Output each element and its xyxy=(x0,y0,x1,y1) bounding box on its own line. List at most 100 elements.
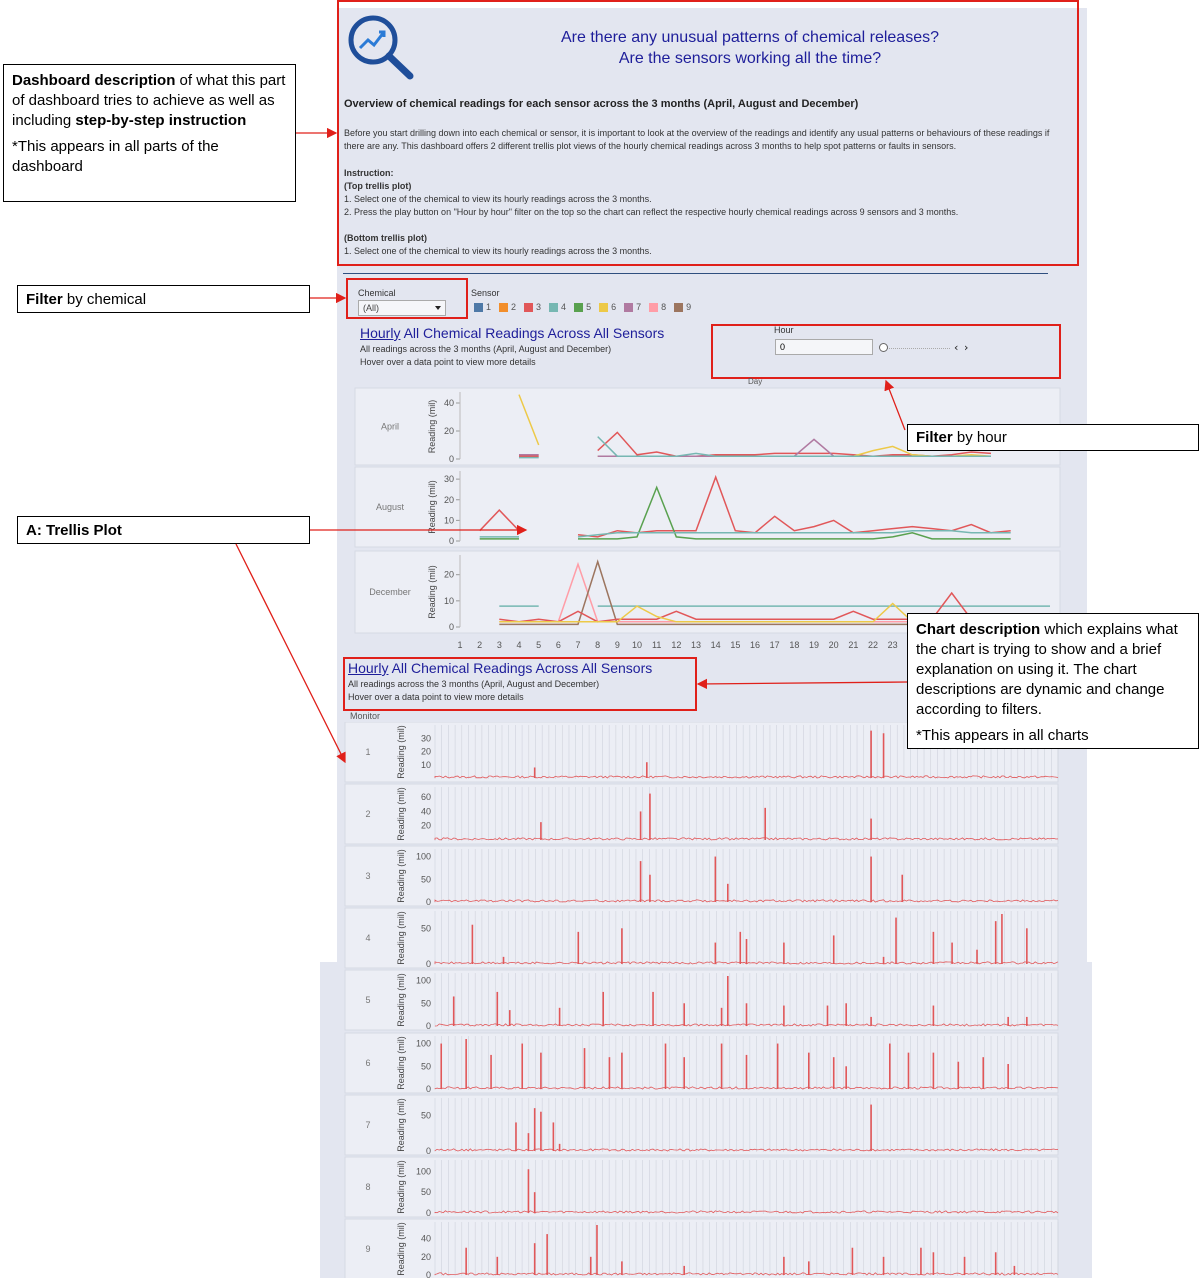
y-tick-label: 100 xyxy=(416,1166,431,1176)
y-tick-label: 50 xyxy=(421,998,431,1008)
x-tick-label: 3 xyxy=(497,640,502,650)
monitor-label: 8 xyxy=(365,1182,370,1192)
y-tick-label: 100 xyxy=(416,1039,431,1049)
y-axis-label: Reading (mil) xyxy=(396,1098,406,1152)
bottom-chart-row-header: Monitor xyxy=(350,711,381,721)
legend-item-sensor-2[interactable]: 2 xyxy=(499,302,516,312)
hour-prev-button[interactable]: ‹ xyxy=(954,341,958,354)
monitor-label: 4 xyxy=(365,933,370,943)
legend-swatch xyxy=(474,302,483,312)
legend-item-sensor-4[interactable]: 4 xyxy=(549,302,566,312)
legend-item-sensor-6[interactable]: 6 xyxy=(599,302,616,312)
y-tick-label: 20 xyxy=(444,426,454,436)
chemical-dropdown[interactable]: (All) xyxy=(358,300,446,316)
x-tick-label: 8 xyxy=(595,640,600,650)
callout-filter-chemical: Filter by chemical xyxy=(17,285,310,313)
monitor-panel-8: 8 Reading (mil) 0 50 100 xyxy=(344,1156,1059,1218)
sensor-legend: 1 2 3 4 5 6 7 8 9 xyxy=(474,302,699,312)
monitor-panel-6: 6 Reading (mil) 0 50 100 xyxy=(344,1032,1059,1094)
hour-slider-track[interactable] xyxy=(880,348,950,350)
x-tick-label: 19 xyxy=(809,640,819,650)
legend-item-sensor-8[interactable]: 8 xyxy=(649,302,666,312)
y-axis-label: Reading (mil) xyxy=(396,911,406,965)
y-tick-label: 10 xyxy=(444,596,454,606)
y-tick-label: 50 xyxy=(421,1061,431,1071)
sensor-legend-label: Sensor xyxy=(471,288,500,298)
y-tick-label: 0 xyxy=(449,622,454,632)
x-tick-label: 2 xyxy=(477,640,482,650)
bottom-chart-title: Hourly All Chemical Readings Across All … xyxy=(348,660,653,676)
y-tick-label: 40 xyxy=(421,806,431,816)
monitor-panel-4: 4 Reading (mil) 0 50 xyxy=(344,907,1059,969)
trellis-panel-august: August Reading (mil) 0 10 20 30 xyxy=(354,466,1061,548)
legend-label: 7 xyxy=(636,302,642,312)
legend-item-sensor-9[interactable]: 9 xyxy=(674,302,691,312)
legend-label: 5 xyxy=(586,302,592,312)
chemical-dropdown-value: (All) xyxy=(363,303,379,313)
y-tick-label: 0 xyxy=(426,959,431,969)
y-tick-label: 40 xyxy=(421,1234,431,1244)
legend-swatch xyxy=(674,302,684,312)
legend-label: 3 xyxy=(536,302,542,312)
y-tick-label: 0 xyxy=(426,1021,431,1031)
dashboard-title: Are there any unusual patterns of chemic… xyxy=(561,29,939,67)
y-tick-label: 100 xyxy=(416,852,431,862)
y-tick-label: 0 xyxy=(426,897,431,907)
legend-label: 9 xyxy=(686,302,692,312)
y-tick-label: 0 xyxy=(449,536,454,546)
callout-dashboard-description: Dashboard description of what this part … xyxy=(3,64,296,202)
monitor-panel-7: 7 Reading (mil) 0 50 xyxy=(344,1094,1059,1156)
hour-filter-highlight xyxy=(711,324,1061,379)
legend-item-sensor-1[interactable]: 1 xyxy=(474,302,491,312)
y-tick-label: 0 xyxy=(449,454,454,464)
y-tick-label: 0 xyxy=(426,1084,431,1094)
hour-slider-handle[interactable] xyxy=(879,343,888,352)
y-tick-label: 0 xyxy=(426,1270,431,1278)
x-tick-label: 6 xyxy=(556,640,561,650)
y-tick-label: 50 xyxy=(421,874,431,884)
legend-label: 4 xyxy=(561,302,567,312)
legend-label: 1 xyxy=(486,302,492,312)
chevron-down-icon xyxy=(435,306,441,310)
hour-input[interactable] xyxy=(775,339,873,355)
y-tick-label: 20 xyxy=(421,1252,431,1262)
bottom-chart-subtitle: All readings across the 3 months (April,… xyxy=(348,679,600,702)
monitor-label: 1 xyxy=(365,747,370,757)
y-axis-label: Reading (mil) xyxy=(427,565,437,619)
monitor-label: 7 xyxy=(365,1120,370,1130)
hour-next-button[interactable]: › xyxy=(964,341,968,354)
legend-item-sensor-7[interactable]: 7 xyxy=(624,302,641,312)
magnifier-chart-icon xyxy=(348,15,414,80)
bottom-trellis-chart: 1 Reading (mil) 1020302 Reading (mil) 204060… xyxy=(344,722,1059,1278)
x-tick-label: 11 xyxy=(652,640,661,650)
y-tick-label: 50 xyxy=(421,923,431,933)
legend-swatch xyxy=(549,302,559,312)
x-tick-label: 14 xyxy=(711,640,721,650)
y-axis-label: Reading (mil) xyxy=(396,973,406,1027)
row-label: August xyxy=(376,502,405,512)
section-divider xyxy=(343,273,1048,274)
legend-label: 2 xyxy=(511,302,517,312)
monitor-label: 2 xyxy=(365,809,370,819)
row-label: April xyxy=(381,422,399,432)
x-tick-label: 15 xyxy=(730,640,740,650)
y-axis-label: Reading (mil) xyxy=(396,1222,406,1276)
monitor-panel-5: 5 Reading (mil) 0 50 100 xyxy=(344,969,1059,1031)
x-tick-label: 22 xyxy=(868,640,878,650)
y-axis-label: Reading (mil) xyxy=(396,725,406,779)
callout-note: *This appears in all parts of the dashbo… xyxy=(12,138,219,175)
y-axis-label: Reading (mil) xyxy=(427,400,437,454)
legend-item-sensor-3[interactable]: 3 xyxy=(524,302,541,312)
y-tick-label: 20 xyxy=(444,570,454,580)
y-tick-label: 50 xyxy=(421,1110,431,1120)
y-tick-label: 20 xyxy=(421,747,431,757)
legend-item-sensor-5[interactable]: 5 xyxy=(574,302,591,312)
instruction-block: Instruction: (Top trellis plot) 1. Selec… xyxy=(344,168,959,256)
legend-label: 8 xyxy=(661,302,667,312)
callout-chart-description: Chart description which explains what th… xyxy=(907,613,1199,749)
y-tick-label: 20 xyxy=(444,495,454,505)
chemical-filter-label: Chemical xyxy=(358,288,396,298)
monitor-label: 6 xyxy=(365,1058,370,1068)
intro-text: Before you start drilling down into each… xyxy=(344,128,1050,151)
y-axis-label: Reading (mil) xyxy=(427,480,437,534)
